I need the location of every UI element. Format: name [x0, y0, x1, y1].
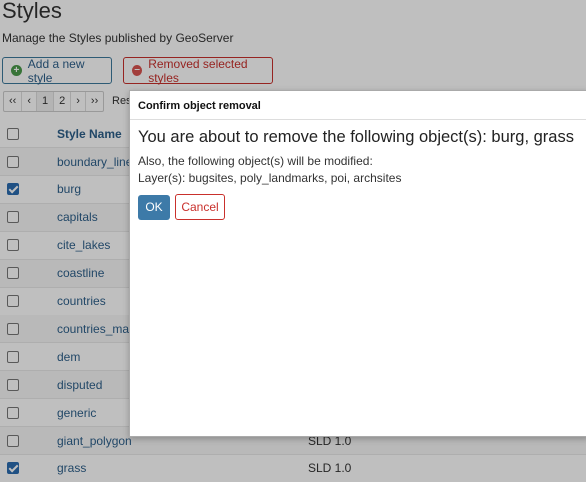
dialog-title: Confirm object removal [138, 100, 261, 112]
ok-button[interactable]: OK [138, 195, 170, 220]
confirm-removal-dialog: Confirm object removal You are about to … [129, 90, 586, 437]
dialog-headline: You are about to remove the following ob… [138, 128, 574, 146]
dialog-layers-line: Layer(s): bugsites, poly_landmarks, poi,… [138, 171, 402, 185]
dialog-modified-note: Also, the following object(s) will be mo… [138, 154, 373, 168]
cancel-button[interactable]: Cancel [175, 194, 225, 220]
dialog-divider [130, 119, 586, 120]
